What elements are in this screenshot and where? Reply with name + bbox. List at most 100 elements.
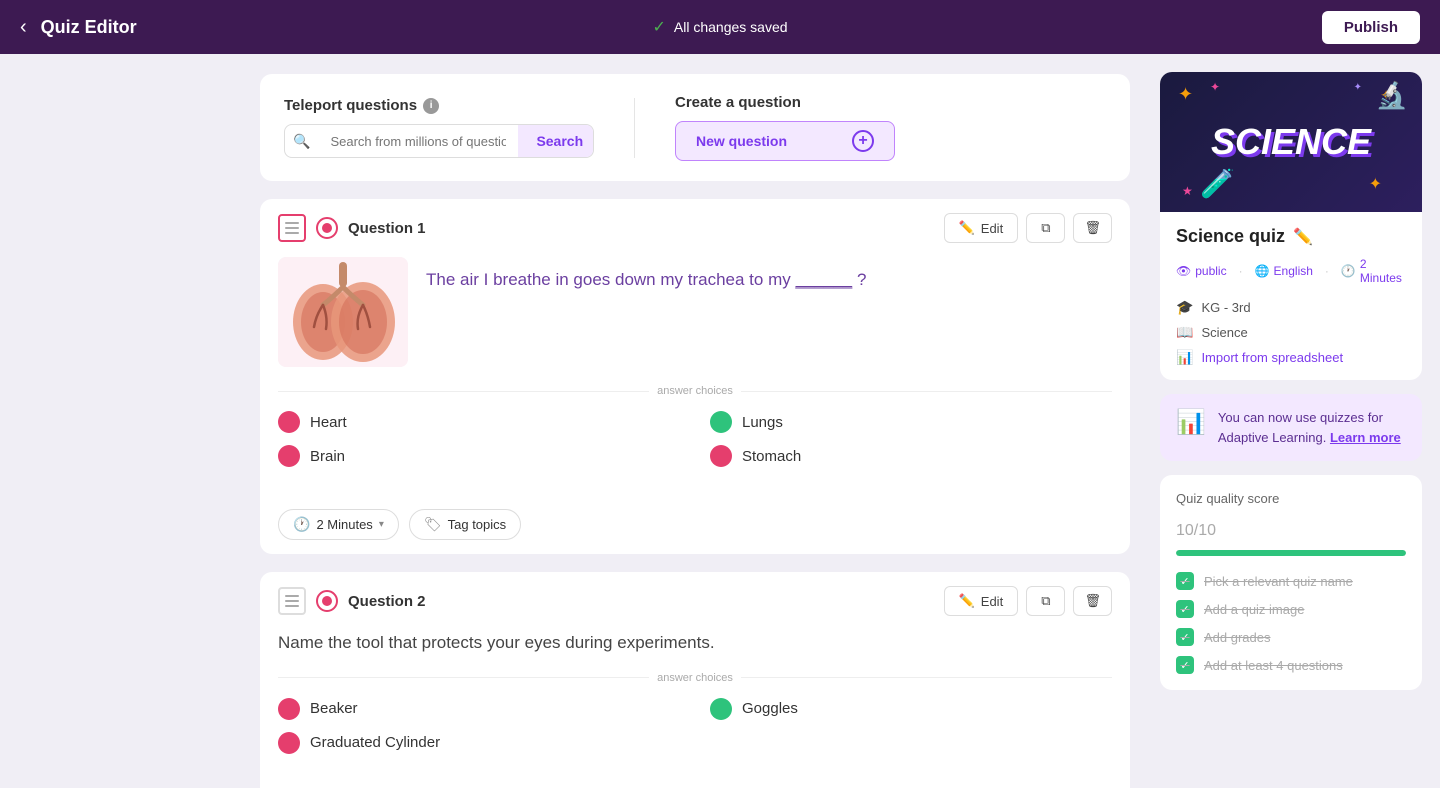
star-deco-5: ✦ xyxy=(1354,82,1362,93)
drag-line xyxy=(285,605,299,607)
edit-button-1[interactable]: ✏️ Edit xyxy=(944,213,1019,243)
choice-beaker: Beaker xyxy=(278,698,680,720)
target-inner xyxy=(322,223,332,233)
meta-language: 🌐 English xyxy=(1255,264,1313,278)
score-bar xyxy=(1176,550,1406,556)
teleport-section: Teleport questions i 🔍 Search Create a q… xyxy=(260,74,1130,181)
quiz-details: Science quiz ✏️ 👁 public · 🌐 English · xyxy=(1160,212,1422,380)
quality-checklist: ✓ Pick a relevant quiz name ✓ Add a quiz… xyxy=(1176,572,1406,674)
back-button[interactable]: ‹ xyxy=(20,16,27,39)
choice-goggles: Goggles xyxy=(710,698,1112,720)
choice-dot-red-3 xyxy=(710,445,732,467)
publish-button[interactable]: Publish xyxy=(1322,11,1420,44)
right-panel: ✦ ✦ ✦ ★ ✦ ✦ 🧪 🔬 SCIENCE Science quiz ✏️ xyxy=(1150,54,1440,788)
duplicate-icon-2: ⧉ xyxy=(1041,593,1050,609)
question-1-title: Question 1 xyxy=(348,220,934,237)
search-bar: 🔍 Search xyxy=(284,124,594,158)
drag-handle-2[interactable] xyxy=(278,587,306,615)
header-title: Quiz Editor xyxy=(41,17,137,38)
check-item-1: ✓ Pick a relevant quiz name xyxy=(1176,572,1406,590)
delete-icon-2: 🗑 xyxy=(1084,593,1101,609)
quiz-banner: ✦ ✦ ✦ ★ ✦ ✦ 🧪 🔬 SCIENCE xyxy=(1160,72,1422,212)
check-box-1: ✓ xyxy=(1176,572,1194,590)
check-item-3: ✓ Add grades xyxy=(1176,628,1406,646)
choice-dot xyxy=(278,698,300,720)
create-left: Create a question New question + xyxy=(675,94,895,161)
drag-line xyxy=(285,595,299,597)
quality-label: Quiz quality score xyxy=(1176,491,1406,506)
teleport-left: Teleport questions i 🔍 Search xyxy=(284,97,594,158)
question-1-actions: ✏️ Edit ⧉ 🗑 xyxy=(944,213,1112,243)
language-icon: 🌐 xyxy=(1255,264,1270,278)
question-2-actions: ✏️ Edit ⧉ 🗑 xyxy=(944,586,1112,616)
stat-import: 📊 Import from spreadsheet xyxy=(1176,349,1406,366)
import-link[interactable]: Import from spreadsheet xyxy=(1201,350,1343,365)
tag-topics-button-1[interactable]: 🏷 Tag topics xyxy=(409,509,521,540)
choices-grid-1: Heart Lungs Brain Stomach xyxy=(278,411,1112,467)
quality-card: Quiz quality score 10/10 ✓ Pick a releva… xyxy=(1160,475,1422,690)
adaptive-text: You can now use quizzes for Adaptive Lea… xyxy=(1218,408,1406,447)
drag-line xyxy=(285,222,299,224)
question-card-1: Question 1 ✏️ Edit ⧉ 🗑 xyxy=(260,199,1130,554)
learn-more-link[interactable]: Learn more xyxy=(1330,430,1401,445)
choices-grid-2: Beaker Goggles Graduated Cylinder xyxy=(278,698,1112,754)
edit-button-2[interactable]: ✏️ Edit xyxy=(944,586,1019,616)
target-inner-2 xyxy=(322,596,332,606)
question-2-text: Name the tool that protects your eyes du… xyxy=(278,630,1112,672)
check-box-3: ✓ xyxy=(1176,628,1194,646)
clock-icon: 🕐 xyxy=(293,516,310,533)
answer-choices-label-2: answer choices xyxy=(278,672,1112,684)
duplicate-icon: ⧉ xyxy=(1041,220,1050,236)
star-deco-6: ✦ xyxy=(1369,174,1382,194)
question-1-body: The air I breathe in goes down my trache… xyxy=(260,257,1130,499)
choice-stomach: Stomach xyxy=(710,445,1112,467)
quiz-stats: 🎓 KG - 3rd 📖 Science 📊 Import from sprea… xyxy=(1176,299,1406,366)
question-1-image xyxy=(278,257,408,367)
choice-heart: Heart xyxy=(278,411,680,433)
star-deco: ✦ xyxy=(1178,84,1193,105)
choice-lungs: Lungs xyxy=(710,411,1112,433)
edit-pencil-icon: ✏️ xyxy=(959,220,975,236)
choice-dot-red-2 xyxy=(278,445,300,467)
choice-graduated: Graduated Cylinder xyxy=(278,732,680,754)
saved-check-icon: ✓ xyxy=(652,17,665,37)
adaptive-chart-icon: 📊 xyxy=(1176,408,1206,437)
stat-grade: 🎓 KG - 3rd xyxy=(1176,299,1406,316)
delete-button-2[interactable]: 🗑 xyxy=(1073,586,1112,616)
question-1-content: The air I breathe in goes down my trache… xyxy=(278,257,1112,367)
pencil-icon[interactable]: ✏️ xyxy=(1293,227,1313,247)
duplicate-button-1[interactable]: ⧉ xyxy=(1026,213,1065,243)
search-input[interactable] xyxy=(318,126,518,157)
drag-line xyxy=(285,600,299,602)
check-box-2: ✓ xyxy=(1176,600,1194,618)
choice-dot-g xyxy=(710,698,732,720)
info-icon[interactable]: i xyxy=(423,98,439,114)
delete-icon: 🗑 xyxy=(1084,220,1101,236)
meta-dot-1: · xyxy=(1239,264,1243,278)
main-layout: Teleport questions i 🔍 Search Create a q… xyxy=(0,54,1440,788)
drag-handle-1[interactable] xyxy=(278,214,306,242)
duplicate-button-2[interactable]: ⧉ xyxy=(1026,586,1065,616)
delete-button-1[interactable]: 🗑 xyxy=(1073,213,1112,243)
meta-duration: 🕐 2 Minutes xyxy=(1341,257,1406,285)
choice-dot-green xyxy=(710,411,732,433)
microscope-icon: 🔬 xyxy=(1376,80,1408,111)
new-question-button[interactable]: New question + xyxy=(675,121,895,161)
check-icon-4: ✓ xyxy=(1180,659,1189,672)
plus-icon: + xyxy=(852,130,874,152)
save-status: ✓ All changes saved xyxy=(652,17,787,37)
question-2-title: Question 2 xyxy=(348,593,934,610)
left-panel: Teleport questions i 🔍 Search Create a q… xyxy=(0,54,1150,788)
question-card-2: Question 2 ✏️ Edit ⧉ 🗑 Name the tool tha… xyxy=(260,572,1130,788)
quality-score: 10/10 xyxy=(1176,510,1406,542)
tag-icon: 🏷 xyxy=(424,516,442,533)
meta-dot-2: · xyxy=(1325,264,1329,278)
save-status-text: All changes saved xyxy=(674,19,788,35)
question-2-body: Name the tool that protects your eyes du… xyxy=(260,630,1130,786)
eye-icon: 👁 xyxy=(1176,264,1191,278)
app-header: ‹ Quiz Editor ✓ All changes saved Publis… xyxy=(0,0,1440,54)
search-button[interactable]: Search xyxy=(518,125,594,157)
time-select-1[interactable]: 🕐 2 Minutes ▾ xyxy=(278,509,399,540)
adaptive-banner: 📊 You can now use quizzes for Adaptive L… xyxy=(1160,394,1422,461)
create-label: Create a question xyxy=(675,94,895,111)
